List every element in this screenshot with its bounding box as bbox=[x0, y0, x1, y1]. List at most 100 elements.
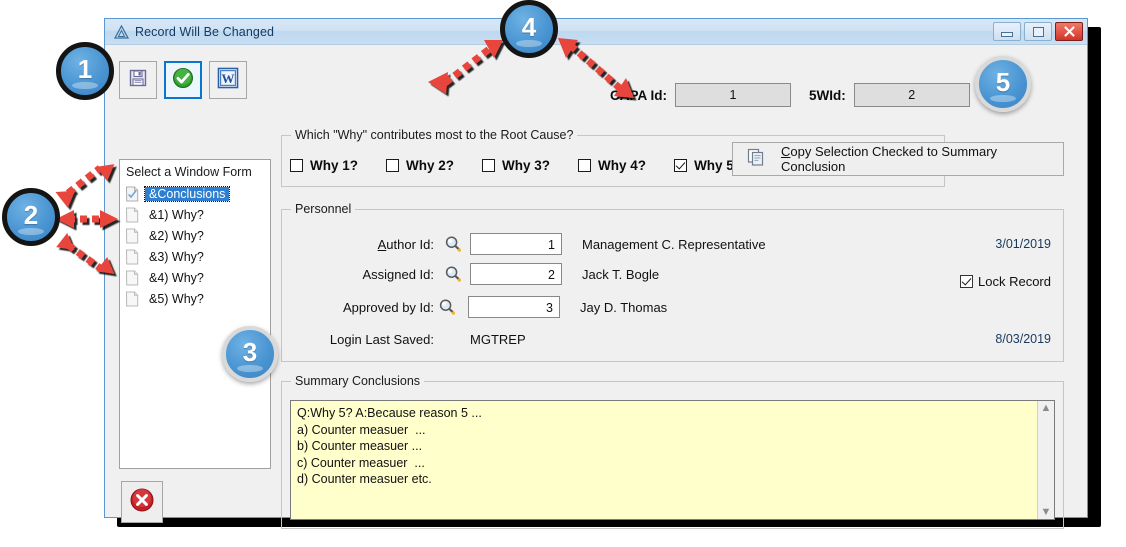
title-bar: Record Will Be Changed bbox=[105, 19, 1087, 45]
approved-by-id-input[interactable]: 3 bbox=[468, 296, 560, 318]
approved-by-id-label: Approved by Id: bbox=[342, 299, 434, 315]
author-date: 3/01/2019 bbox=[995, 237, 1051, 251]
login-row: Login Last Saved: MGTREP bbox=[316, 327, 526, 351]
toolbar: W bbox=[119, 61, 247, 99]
list-item-label: &5) Why? bbox=[149, 291, 204, 306]
chevron-down-icon[interactable]: ▼ bbox=[1041, 507, 1052, 518]
list-item[interactable]: &4) Why? bbox=[120, 267, 270, 288]
why-group-legend: Which "Why" contributes most to the Root… bbox=[291, 128, 578, 142]
magnifier-icon[interactable] bbox=[444, 235, 462, 253]
document-icon bbox=[125, 270, 139, 286]
login-last-saved-value: MGTREP bbox=[470, 331, 526, 347]
document-icon bbox=[125, 291, 139, 307]
saved-date: 8/03/2019 bbox=[995, 332, 1051, 346]
checkbox-box bbox=[482, 159, 496, 172]
red-close-circle-icon bbox=[129, 487, 155, 518]
list-item[interactable]: &3) Why? bbox=[120, 246, 270, 267]
why-checkbox-row: Why 1? Why 2? Why 3? Why 4? Why 5? bbox=[290, 158, 770, 173]
lock-record-label: Lock Record bbox=[978, 274, 1051, 289]
magnifier-icon[interactable] bbox=[438, 298, 456, 316]
window-controls bbox=[993, 22, 1083, 41]
checkbox-box bbox=[960, 275, 974, 288]
checkbox-why-4[interactable]: Why 4? bbox=[578, 158, 646, 173]
assigned-name: Jack T. Bogle bbox=[582, 266, 660, 282]
assigned-id-label: Assigned Id: bbox=[362, 266, 434, 282]
callout-badge-2: 2 bbox=[2, 188, 60, 246]
fivew-id-label: 5WId: bbox=[809, 87, 846, 103]
id-row: CAPA Id: 1 5WId: 2 bbox=[610, 83, 970, 107]
capa-id-field[interactable]: 1 bbox=[675, 83, 791, 107]
assigned-row: Assigned Id: 2 Jack T. Bogle bbox=[316, 262, 659, 286]
callout-number: 4 bbox=[521, 11, 537, 42]
dialog-window: Record Will Be Changed W Select a Window… bbox=[104, 18, 1088, 529]
checkbox-label: Why 4? bbox=[598, 158, 647, 173]
save-button[interactable] bbox=[119, 61, 157, 99]
summary-scrollbar[interactable]: ▲ ▼ bbox=[1037, 401, 1054, 519]
document-icon bbox=[125, 207, 139, 223]
chevron-up-icon[interactable]: ▲ bbox=[1041, 403, 1052, 414]
fivew-id-field[interactable]: 2 bbox=[853, 83, 970, 107]
magnifier-icon[interactable] bbox=[444, 265, 462, 283]
summary-conclusions-group: Summary Conclusions Q:Why 5? A:Because r… bbox=[281, 374, 1064, 529]
window-form-list[interactable]: Select a Window Form &Conclusions &1) Wh… bbox=[119, 159, 271, 469]
lock-record-checkbox[interactable]: Lock Record bbox=[960, 274, 1051, 289]
author-label-rest: uthor Id: bbox=[386, 236, 434, 252]
checkbox-box bbox=[290, 159, 303, 172]
form-list-title: Select a Window Form bbox=[126, 165, 252, 179]
document-icon bbox=[125, 228, 139, 244]
capa-id-label: CAPA Id: bbox=[610, 87, 667, 103]
approve-button[interactable] bbox=[164, 61, 202, 99]
copy-selection-button[interactable]: Copy Selection Checked to Summary Conclu… bbox=[732, 142, 1064, 176]
green-check-circle-icon bbox=[172, 67, 194, 94]
summary-legend: Summary Conclusions bbox=[291, 374, 425, 388]
personnel-legend: Personnel bbox=[291, 202, 356, 216]
word-document-icon: W bbox=[217, 67, 239, 94]
svg-text:W: W bbox=[222, 71, 235, 86]
checkbox-why-2[interactable]: Why 2? bbox=[386, 158, 454, 173]
list-item[interactable]: &1) Why? bbox=[120, 204, 270, 225]
approved-row: Approved by Id: 3 Jay D. Thomas bbox=[316, 295, 667, 319]
restore-button[interactable] bbox=[1024, 22, 1052, 41]
list-item-label: &3) Why? bbox=[149, 249, 204, 264]
close-button[interactable] bbox=[1055, 22, 1083, 41]
copy-label-rest: opy Selection Checked to Summary Conclus… bbox=[781, 144, 998, 174]
list-item[interactable]: &Conclusions bbox=[120, 183, 270, 204]
callout-number: 2 bbox=[23, 199, 39, 230]
checkbox-box bbox=[674, 159, 688, 172]
warning-triangle-icon bbox=[113, 24, 129, 40]
window-title: Record Will Be Changed bbox=[135, 24, 275, 39]
author-id-input[interactable]: 1 bbox=[470, 233, 562, 255]
list-item-label: &4) Why? bbox=[149, 270, 204, 285]
list-item-label: &Conclusions bbox=[143, 185, 231, 202]
checkbox-box bbox=[578, 159, 592, 172]
list-item[interactable]: &2) Why? bbox=[120, 225, 270, 246]
author-accel-letter: A bbox=[377, 236, 387, 252]
list-item[interactable]: &5) Why? bbox=[120, 288, 270, 309]
author-name: Management C. Representative bbox=[582, 236, 766, 252]
callout-badge-4: 4 bbox=[500, 0, 558, 58]
floppy-disk-icon bbox=[128, 68, 148, 93]
dialog-client-area: W Select a Window Form &Conclusions &1) … bbox=[105, 45, 1087, 529]
summary-conclusions-textarea[interactable]: Q:Why 5? A:Because reason 5 ... a) Count… bbox=[290, 400, 1055, 520]
checkbox-label: Why 2? bbox=[406, 158, 455, 173]
minimize-button[interactable] bbox=[993, 22, 1021, 41]
cancel-button[interactable] bbox=[121, 481, 163, 523]
checkbox-label: Why 1? bbox=[310, 158, 359, 173]
word-export-button[interactable]: W bbox=[209, 61, 247, 99]
callout-number: 1 bbox=[77, 53, 93, 84]
summary-text[interactable]: Q:Why 5? A:Because reason 5 ... a) Count… bbox=[291, 401, 1037, 519]
copy-pages-icon bbox=[747, 148, 765, 171]
checkbox-box bbox=[386, 159, 400, 172]
callout-number: 3 bbox=[242, 336, 258, 367]
copy-selection-label: Copy Selection Checked to Summary Conclu… bbox=[781, 144, 1063, 174]
checkbox-why-1[interactable]: Why 1? bbox=[290, 158, 358, 173]
author-id-label: Author Id: bbox=[316, 237, 434, 252]
checkbox-why-3[interactable]: Why 3? bbox=[482, 158, 550, 173]
personnel-group: Personnel Author Id: 1 Management C. Rep… bbox=[281, 202, 1064, 362]
checkbox-label: Why 3? bbox=[502, 158, 551, 173]
callout-number: 5 bbox=[995, 66, 1011, 97]
callout-badge-5: 5 bbox=[975, 56, 1031, 112]
approved-by-name: Jay D. Thomas bbox=[580, 299, 668, 315]
checked-document-icon bbox=[125, 186, 139, 202]
assigned-id-input[interactable]: 2 bbox=[470, 263, 562, 285]
